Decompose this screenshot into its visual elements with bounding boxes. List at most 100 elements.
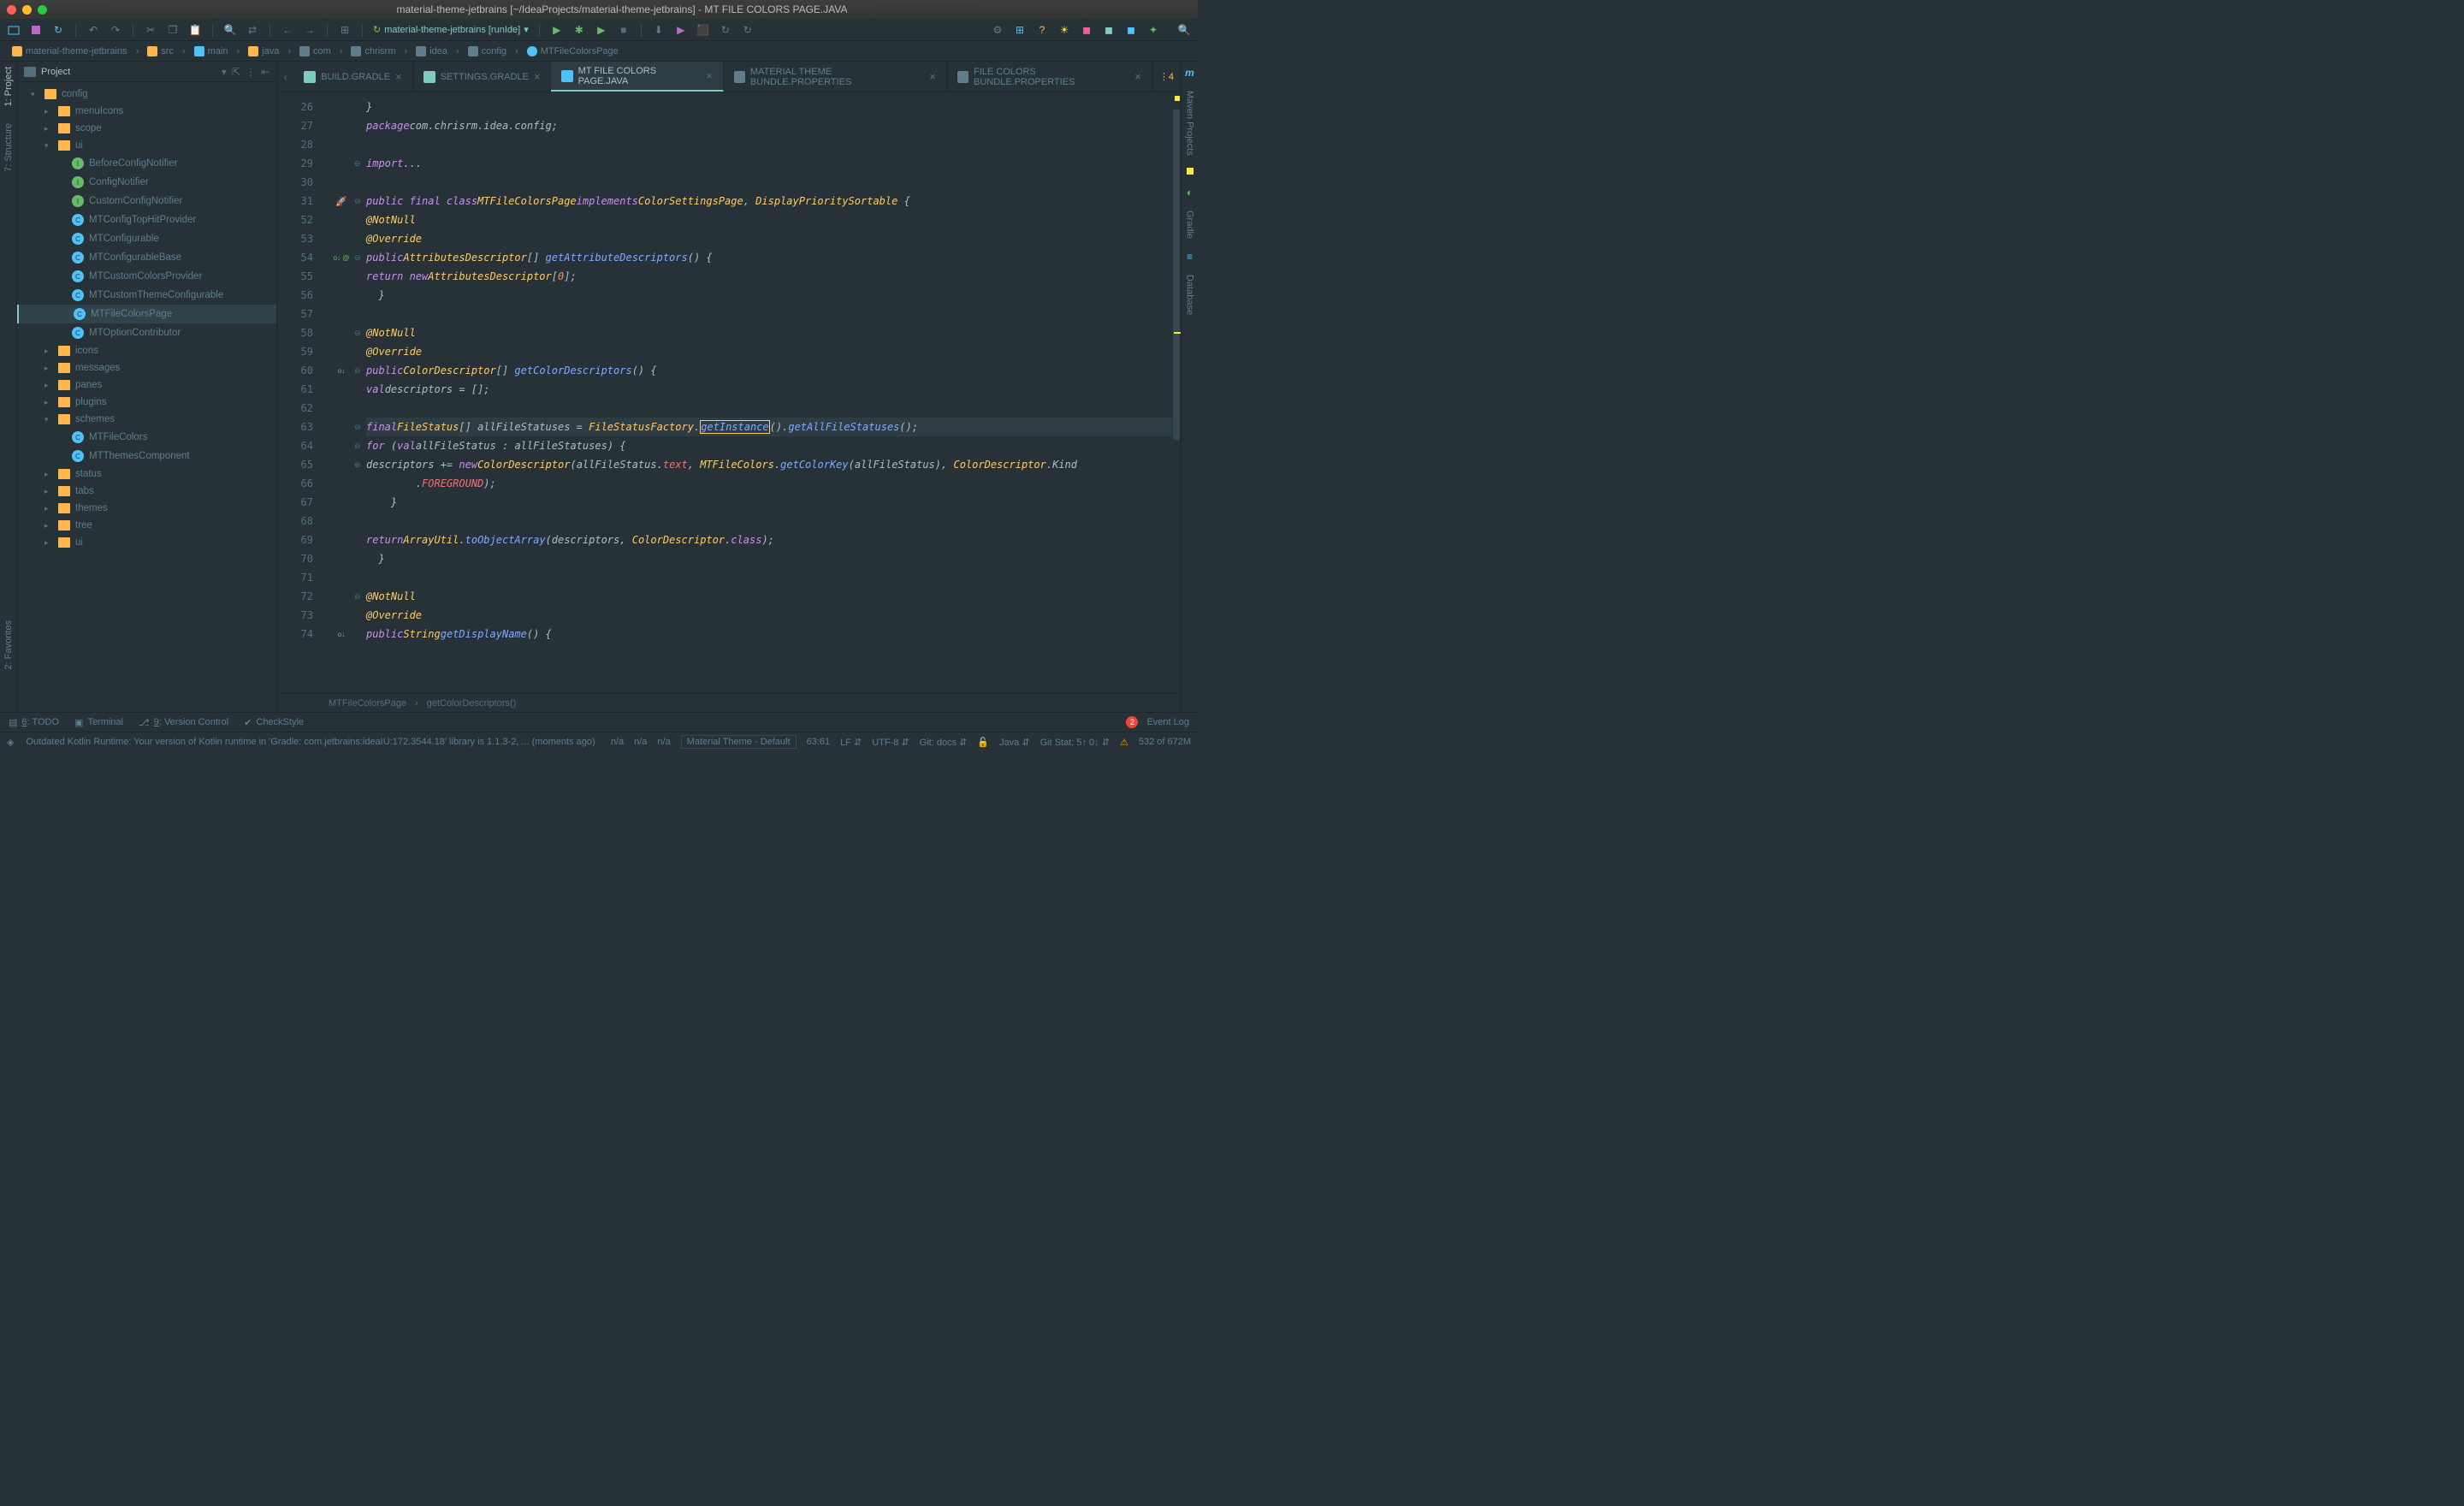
tree-file[interactable]: IBeforeConfigNotifier [17,154,276,173]
vcs-tool-button[interactable]: ⎇ 9: Version Control [139,717,228,728]
caret-position[interactable]: 63:61 [807,737,831,747]
breadcrumb-class[interactable]: MTFileColorsPage [329,698,406,709]
help-icon[interactable]: ? [1035,23,1049,37]
tree-folder[interactable]: ▸icons [17,342,276,359]
project-tree[interactable]: ▾config▸menuIcons▸scope▾uiIBeforeConfigN… [17,82,276,712]
tab-close-icon[interactable]: × [1134,70,1141,83]
fold-column[interactable]: ⊖⊖⊖⊖⊖⊖⊖⊕⊖ [354,92,366,693]
breadcrumb-method[interactable]: getColorDescriptors() [427,698,517,709]
tree-file[interactable]: CMTConfigurableBase [17,248,276,267]
profiler-icon[interactable]: ▶ [674,23,688,37]
memory-indicator[interactable]: 532 of 672M [1139,737,1191,747]
zoom-window-icon[interactable] [38,5,47,15]
breadcrumb-item[interactable]: material-theme-jetbrains [7,44,133,58]
run2-icon[interactable]: ▶ [595,23,608,37]
paste-icon[interactable]: 📋 [188,23,202,37]
editor-tab[interactable]: BUILD.GRADLE× [293,62,412,92]
encoding[interactable]: UTF-8 ⇵ [872,737,909,748]
tree-folder[interactable]: ▸tabs [17,483,276,500]
structure-tool-button[interactable]: 7: Structure [3,123,14,172]
tree-folder[interactable]: ▸themes [17,500,276,517]
code-content[interactable]: }package com.chrisrm.idea.config;import … [366,92,1172,693]
tree-file[interactable]: IConfigNotifier [17,173,276,192]
reload1-icon[interactable]: ↻ [719,23,732,37]
lock-icon[interactable]: 🔓 [977,737,989,748]
event-log-button[interactable]: Event Log [1146,717,1189,727]
hide-panel-icon[interactable]: ⇤ [261,66,270,78]
tree-file[interactable]: CMTFileColorsPage [17,305,276,323]
editor-tab[interactable]: SETTINGS.GRADLE× [413,62,552,92]
todo-tool-button[interactable]: ▤ 6: TODO [9,717,59,728]
tab-close-icon[interactable]: × [929,70,936,83]
breadcrumb-item[interactable]: src [142,44,179,58]
dropdown-icon[interactable]: ▾ [222,66,227,78]
breadcrumb-item[interactable]: main [189,44,234,58]
status-na2[interactable]: n/a [634,737,647,747]
apply-icon[interactable]: ⬇ [652,23,666,37]
line-number-gutter[interactable]: 2627282930315253545556575859606162636465… [277,92,329,693]
tree-folder[interactable]: ▸menuIcons [17,103,276,120]
checkstyle-tool-button[interactable]: ✔ CheckStyle [244,717,304,728]
tree-file[interactable]: CMTThemesComponent [17,447,276,465]
redo-icon[interactable]: ↷ [109,23,122,37]
tree-folder[interactable]: ▸panes [17,376,276,394]
git-branch[interactable]: Git: docs ⇵ [920,737,968,748]
tab-close-icon[interactable]: × [534,70,541,83]
copy-icon[interactable]: ❐ [166,23,180,37]
undo-icon[interactable]: ↶ [86,23,100,37]
line-separator[interactable]: LF ⇵ [840,737,862,748]
editor-tab[interactable]: MATERIAL THEME BUNDLE.PROPERTIES× [724,62,947,92]
breadcrumb-item[interactable]: config [463,44,512,58]
database-logo-icon[interactable]: ≡ [1187,251,1193,263]
replace-icon[interactable]: ⇄ [246,23,259,37]
warning-icon[interactable]: ⚠ [1120,737,1128,748]
grid-icon[interactable]: ⊞ [338,23,352,37]
tree-folder[interactable]: ▸status [17,465,276,483]
breadcrumb-item[interactable]: chrisrm [346,44,400,58]
tab-close-icon[interactable]: × [706,69,713,82]
breadcrumb-item[interactable]: java [243,44,284,58]
code-editor[interactable]: 2627282930315253545556575859606162636465… [277,92,1181,693]
settings-icon[interactable]: ⚙ [991,23,1004,37]
search-everywhere-icon[interactable]: 🔍 [1177,23,1191,37]
tab-close-icon[interactable]: × [395,70,402,83]
status-message[interactable]: Outdated Kotlin Runtime: Your version of… [26,737,598,747]
reload2-icon[interactable]: ↻ [741,23,755,37]
status-icon[interactable]: ◈ [7,737,14,748]
editor-scrollbar[interactable] [1172,92,1181,693]
java-indicator[interactable]: Java ⇵ [999,737,1030,748]
settings-dots-icon[interactable]: ⋮ [246,66,256,78]
status-na1[interactable]: n/a [611,737,624,747]
tree-file[interactable]: ICustomConfigNotifier [17,192,276,210]
breadcrumb-item[interactable]: com [294,44,336,58]
save-icon[interactable] [29,23,43,37]
mt1-icon[interactable]: ◼ [1080,23,1093,37]
scrollbar-thumb[interactable] [1173,110,1180,440]
run-icon[interactable]: ▶ [550,23,564,37]
tree-folder[interactable]: ▸plugins [17,394,276,411]
gradle-tool-button[interactable]: Gradle [1185,210,1195,239]
status-na3[interactable]: n/a [657,737,670,747]
minimize-window-icon[interactable] [22,5,32,15]
back-icon[interactable]: ← [281,23,294,37]
run-config-selector[interactable]: ↻ material-theme-jetbrains [runIde] ▾ [373,24,529,35]
tree-folder[interactable]: ▾config [17,86,276,103]
git-stat[interactable]: Git Stat: 5↑ 0↓ ⇵ [1040,737,1110,748]
tree-file[interactable]: CMTConfigurable [17,229,276,248]
hidden-tab-count[interactable]: ⋮ 4 [1152,62,1181,92]
event-count-badge[interactable]: 2 [1126,716,1138,728]
stop-icon[interactable]: ■ [617,23,631,37]
tree-file[interactable]: CMTFileColors [17,428,276,447]
star-icon[interactable]: ☀ [1057,23,1071,37]
theme-selector[interactable]: Material Theme - Default [681,735,797,749]
collapse-icon[interactable]: ⇱ [232,66,240,78]
jb-icon[interactable]: ⬛ [696,23,710,37]
tree-file[interactable]: CMTOptionContributor [17,323,276,342]
breadcrumb-item[interactable]: MTFileColorsPage [522,44,624,58]
tree-folder[interactable]: ▸tree [17,517,276,534]
close-window-icon[interactable] [7,5,16,15]
tree-folder[interactable]: ▸messages [17,359,276,376]
apps-icon[interactable]: ⊞ [1013,23,1027,37]
project-tool-button[interactable]: 1: Project [3,67,14,106]
gradle-logo-icon[interactable]: ◐ [1187,187,1193,199]
